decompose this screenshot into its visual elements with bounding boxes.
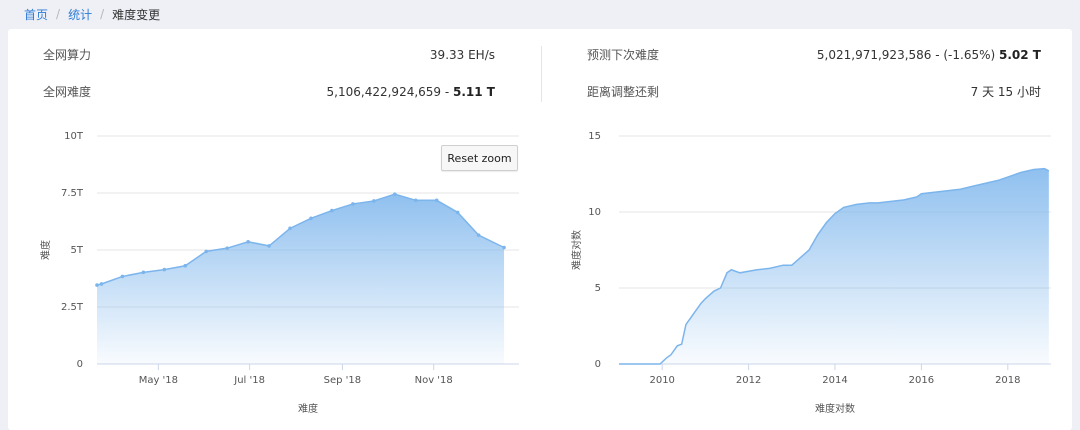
breadcrumb-current: 难度变更 (112, 7, 161, 22)
remaining-label: 距离调整还剩 (587, 85, 660, 99)
next-difficulty-short-value: 5.02 T (999, 48, 1041, 62)
data-point (502, 245, 506, 250)
data-point (141, 270, 146, 275)
x-tick-label: 2010 (649, 375, 674, 386)
data-point (288, 226, 292, 231)
x-tick-label: 2014 (822, 375, 847, 386)
y-axis-title: 难度 (39, 240, 52, 260)
y-tick-label: 0 (77, 359, 83, 370)
y-tick-label: 15 (588, 131, 601, 142)
x-axis-title: 难度 (298, 402, 318, 415)
next-difficulty-label: 预测下次难度 (587, 48, 660, 62)
breadcrumb-home-link[interactable]: 首页 (24, 6, 48, 23)
x-tick-label: 2018 (995, 375, 1020, 386)
y-tick-label: 5 (595, 283, 601, 294)
data-point (225, 246, 229, 250)
remaining-value: 7 天 15 小时 (970, 85, 1041, 99)
x-tick-label: Jul '18 (233, 375, 265, 386)
breadcrumb-separator: / (100, 7, 105, 21)
data-point (434, 198, 439, 203)
difficulty-chart[interactable]: 0 2.5T 5T 7.5T 10T May '18 Jul '18 Sep '18 Nov '… (8, 29, 538, 430)
reset-zoom-button[interactable]: Reset zoom (441, 145, 518, 171)
difficulty-card: 全网算力 39.33 EH/s 全网难度 5,106,422,924,659 -… (8, 29, 1072, 430)
y-tick-label: 5T (71, 245, 84, 256)
data-point (392, 192, 397, 196)
y-tick-label: 0 (595, 359, 601, 370)
y-axis-title: 难度对数 (570, 230, 583, 270)
stats-divider (541, 46, 542, 102)
data-point (162, 267, 167, 272)
x-tick-label: Nov '18 (415, 375, 453, 386)
x-tick-label: Sep '18 (324, 375, 362, 386)
data-point (99, 282, 104, 286)
breadcrumb-separator: / (56, 7, 61, 21)
breadcrumb-stats-link[interactable]: 统计 (68, 6, 92, 23)
y-tick-label: 7.5T (61, 188, 84, 199)
data-point (309, 216, 313, 221)
data-point (372, 199, 376, 203)
data-point (204, 249, 209, 254)
next-difficulty-value: 5,021,971,923,586 - (-1.65%) 5.02 T (768, 47, 1041, 63)
data-point (413, 198, 418, 203)
data-point (120, 274, 125, 279)
data-point (351, 202, 355, 206)
data-point (330, 208, 334, 213)
breadcrumb: 首页 / 统计 / 难度变更 (0, 0, 1080, 28)
x-tick-label: May '18 (139, 375, 178, 386)
data-point (267, 244, 271, 248)
data-point (476, 233, 481, 237)
next-difficulty-raw-value: 5,021,971,923,586 - (-1.65%) (816, 48, 1000, 62)
data-point (183, 263, 188, 268)
difficulty-area (97, 194, 505, 364)
data-point (95, 283, 99, 287)
x-tick-label: 2016 (909, 375, 934, 386)
log-difficulty-line (619, 167, 1050, 365)
y-tick-label: 10T (64, 131, 84, 142)
x-tick-label: 2012 (736, 375, 761, 386)
data-point (246, 239, 250, 244)
data-point (455, 210, 460, 215)
y-tick-label: 2.5T (61, 302, 84, 313)
y-tick-label: 10 (588, 207, 601, 218)
x-axis-title: 难度对数 (815, 402, 855, 415)
log-difficulty-area (619, 168, 1049, 364)
